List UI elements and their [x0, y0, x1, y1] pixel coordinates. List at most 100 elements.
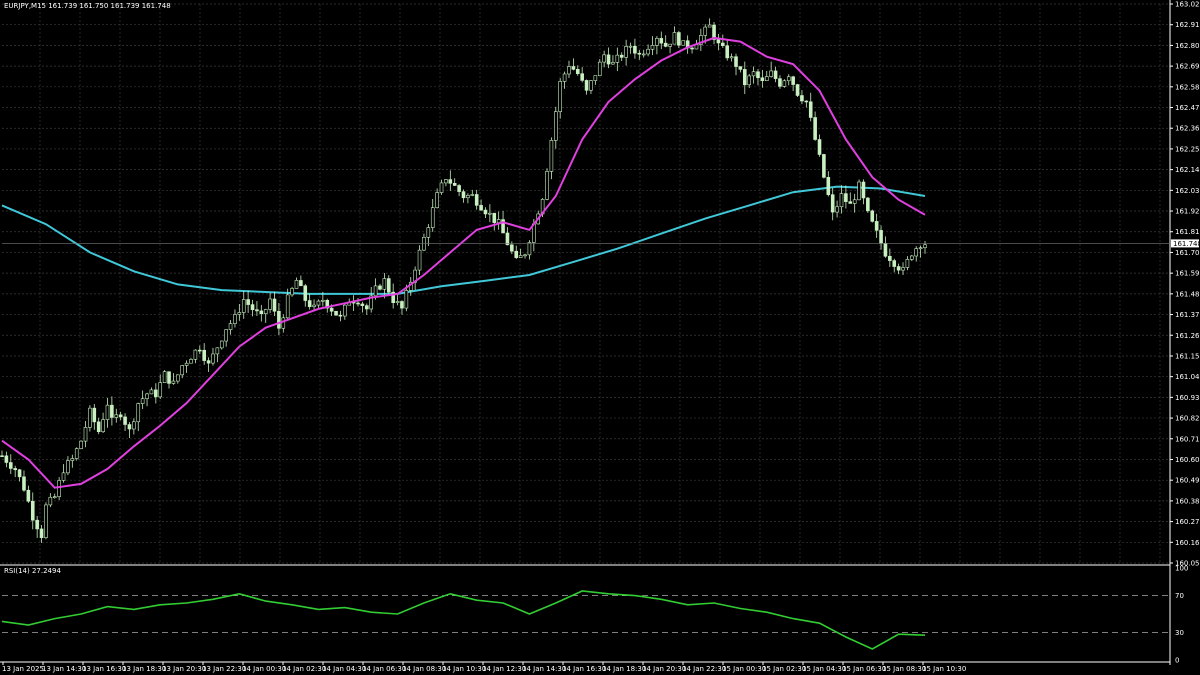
- candle-body: [562, 73, 567, 82]
- candle-body: [44, 504, 48, 538]
- candle-body: [110, 404, 114, 418]
- candle-body: [786, 76, 791, 82]
- candle-body: [193, 349, 198, 360]
- candle-body: [215, 347, 220, 355]
- candle-body: [202, 349, 206, 361]
- candle-body: [365, 305, 369, 310]
- price-tick-label: 162.250: [1175, 145, 1200, 153]
- time-tick-label: 13 Jan 22:30: [202, 665, 246, 673]
- candle-body: [255, 309, 259, 312]
- candle-body: [158, 382, 163, 398]
- candle-body: [461, 191, 466, 199]
- candle-body: [545, 171, 549, 200]
- price-tick-label: 162.800: [1175, 42, 1200, 50]
- candle-body: [272, 298, 277, 312]
- candle-body: [703, 26, 708, 36]
- candle-body: [514, 250, 519, 258]
- candle-body: [250, 304, 255, 311]
- candle-body: [822, 154, 826, 178]
- candle-body: [57, 480, 61, 497]
- candle-body: [136, 403, 141, 423]
- candle-body: [830, 194, 835, 213]
- candle-body: [879, 230, 883, 244]
- candle-body: [321, 299, 325, 302]
- candle-body: [883, 243, 888, 257]
- candle-body: [39, 528, 44, 538]
- candle-body: [479, 205, 483, 211]
- candle-body: [13, 468, 17, 471]
- candle-body: [96, 421, 101, 433]
- candle-body: [290, 288, 294, 296]
- candle-body: [804, 100, 809, 103]
- candle-body: [580, 73, 584, 81]
- candle-body: [553, 111, 558, 141]
- price-tick-label: 161.480: [1175, 290, 1200, 298]
- candle-body: [896, 266, 901, 271]
- time-tick-label: 13 Jan 18:30: [122, 665, 166, 673]
- candle-body: [874, 221, 879, 231]
- current-price-label: 161.748: [1173, 240, 1200, 248]
- candle-body: [734, 56, 738, 67]
- candle-body: [307, 300, 312, 308]
- rsi-level-label: 70: [1175, 592, 1184, 600]
- price-tick-label: 161.370: [1175, 311, 1200, 319]
- candle-body: [668, 43, 672, 47]
- price-tick-label: 160.930: [1175, 394, 1200, 402]
- price-tick-label: 162.580: [1175, 83, 1200, 91]
- candle-body: [505, 232, 510, 246]
- candle-body: [589, 80, 593, 91]
- price-tick-label: 161.260: [1175, 332, 1200, 340]
- candle-body: [426, 227, 431, 238]
- candle-body: [633, 45, 637, 54]
- price-tick-label: 162.030: [1175, 187, 1200, 195]
- price-tick-label: 161.590: [1175, 270, 1200, 278]
- candle-body: [206, 360, 211, 364]
- time-tick-label: 14 Jan 10:30: [442, 665, 486, 673]
- candle-body: [848, 201, 853, 204]
- candle-body: [237, 312, 242, 315]
- candle-body: [839, 193, 844, 208]
- candle-body: [650, 45, 655, 50]
- candle-body: [742, 69, 747, 86]
- candle-body: [466, 195, 470, 199]
- candle-body: [92, 407, 97, 423]
- time-tick-label: 14 Jan 12:30: [482, 665, 526, 673]
- candle-body: [448, 179, 453, 184]
- candle-body: [404, 290, 409, 309]
- candle-body: [817, 139, 822, 155]
- candle-body: [118, 414, 123, 418]
- candle-body: [360, 303, 365, 306]
- candle-body: [760, 77, 765, 81]
- candle-body: [527, 242, 532, 256]
- candle-body: [52, 496, 57, 498]
- candle-body: [773, 70, 778, 79]
- time-tick-label: 14 Jan 22:30: [682, 665, 726, 673]
- price-tick-label: 162.690: [1175, 63, 1200, 71]
- candle-body: [4, 455, 9, 463]
- candle-body: [857, 181, 861, 201]
- time-tick-label: 14 Jan 08:30: [402, 665, 446, 673]
- price-tick-label: 160.380: [1175, 497, 1200, 505]
- candle-body: [764, 76, 769, 81]
- candle-body: [197, 349, 202, 352]
- candle-body: [492, 212, 497, 223]
- candle-body: [61, 472, 66, 481]
- candle-body: [0, 455, 4, 458]
- candle-body: [356, 302, 360, 305]
- candle-body: [452, 183, 457, 186]
- candle-body: [646, 48, 650, 55]
- candle-body: [167, 371, 171, 384]
- rsi-level-label: 30: [1175, 629, 1184, 637]
- candle-body: [782, 80, 787, 87]
- price-tick-label: 161.150: [1175, 352, 1200, 360]
- candle-body: [8, 462, 13, 469]
- time-tick-label: 14 Jan 04:30: [322, 665, 366, 673]
- candle-body: [417, 249, 422, 271]
- candle-body: [22, 476, 26, 491]
- candle-body: [615, 54, 620, 63]
- candle-body: [488, 212, 492, 215]
- candle-body: [132, 421, 136, 430]
- candle-body: [813, 117, 817, 140]
- candle-body: [26, 489, 31, 502]
- candle-body: [690, 47, 694, 50]
